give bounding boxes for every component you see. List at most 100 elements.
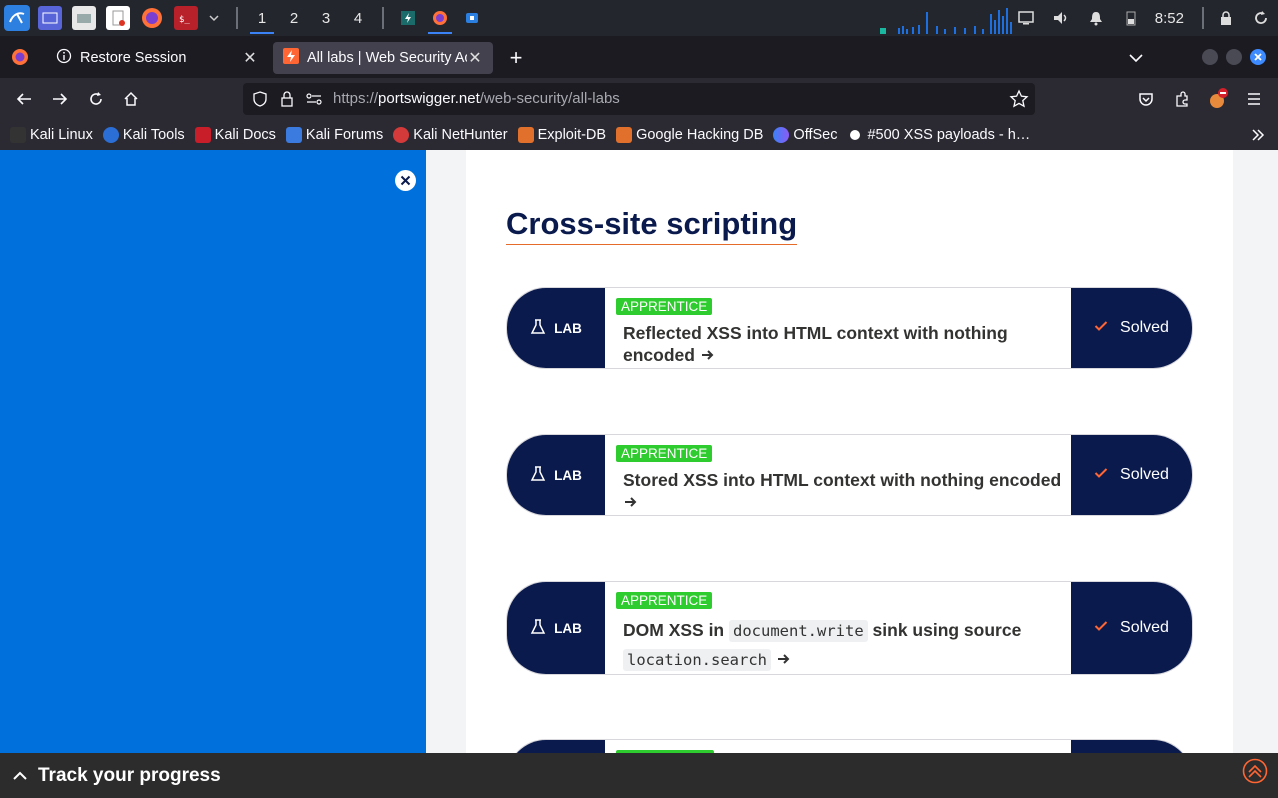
terminal-icon[interactable]: $_ [174,6,198,30]
bookmark-kali-nethunter[interactable]: Kali NetHunter [393,127,508,143]
workspace-1[interactable]: 1 [246,0,278,36]
firefox-launcher-icon[interactable] [140,6,164,30]
lab-tag: LAB [507,435,605,515]
new-tab-button[interactable]: + [504,42,528,74]
portswigger-favicon-icon [283,48,299,68]
lab-status: Solved [1071,288,1192,368]
tab-title: All labs | Web Security Academy [307,50,467,66]
lab-card[interactable] [506,739,1193,753]
exploit-db-icon [517,127,534,143]
lab-card[interactable]: LAB APPRENTICE DOM XSS in document.write… [506,581,1193,675]
code-snippet: document.write [729,620,868,642]
volume-icon[interactable] [1044,0,1079,36]
reload-button[interactable] [84,87,108,111]
tab-title: Restore Session [80,50,187,66]
bookmark-kali-docs[interactable]: Kali Docs [194,127,276,143]
level-badge: APPRENTICE [616,298,713,315]
cpu-graph-icon [880,8,1012,34]
lab-title-link[interactable]: Stored XSS into HTML context with nothin… [623,469,1068,513]
level-badge: APPRENTICE [616,592,713,609]
home-button[interactable] [119,87,143,111]
close-sidebar-button[interactable] [395,170,416,191]
extensions-icon[interactable] [1170,87,1194,111]
separator [1202,7,1204,29]
pocket-icon[interactable] [1134,87,1158,111]
lock-icon[interactable] [279,90,295,112]
monitor-icon[interactable] [1009,0,1044,36]
permissions-icon[interactable] [305,91,323,111]
lab-tag: LAB [507,288,605,368]
tracking-shield-icon[interactable] [251,90,269,112]
info-icon [56,48,72,68]
minimize-button[interactable] [1202,49,1218,65]
separator [236,7,238,29]
close-tab-icon[interactable]: ✕ [467,48,483,68]
checkmark-icon [1094,319,1108,337]
power-refresh-icon[interactable] [1243,0,1278,36]
kali-docs-icon [194,127,211,143]
bookmark-kali-linux[interactable]: Kali Linux [10,127,93,143]
lab-title-link[interactable]: Reflected XSS into HTML context with not… [623,322,1068,366]
url-text[interactable]: https://portswigger.net/web-security/all… [333,90,620,107]
track-progress-label[interactable]: Track your progress [38,765,221,787]
browser-tab-bar: Restore Session ✕ All labs | Web Securit… [0,36,1278,78]
bookmark-kali-forums[interactable]: Kali Forums [285,127,383,143]
bookmark-offsec[interactable]: OffSec [773,127,837,143]
close-icon [400,175,411,186]
chevron-up-icon[interactable] [12,768,28,784]
bookmark-star-icon[interactable] [1009,89,1029,113]
chevron-down-icon[interactable] [208,11,222,25]
bookmark-kali-tools[interactable]: Kali Tools [102,127,185,143]
battery-icon[interactable] [1114,0,1149,36]
flask-icon [530,618,546,639]
close-window-button[interactable] [1250,49,1266,65]
lab-tag: LAB [507,582,605,674]
back-button[interactable] [12,87,36,111]
web-page: Cross-site scripting LAB APPRENTICE Refl… [0,150,1278,753]
text-editor-icon[interactable] [106,6,130,30]
lab-tag [507,740,605,753]
close-tab-icon[interactable]: ✕ [242,48,258,68]
scroll-to-top-icon[interactable] [1242,758,1268,784]
lab-title-link[interactable]: DOM XSS in document.write sink using sou… [623,616,1068,674]
list-all-tabs-icon[interactable] [1124,46,1148,70]
kali-tools-icon [102,127,119,143]
notification-bell-icon[interactable] [1079,0,1114,36]
hamburger-menu-icon[interactable] [1242,87,1266,111]
bookmark-exploit-db[interactable]: Exploit-DB [517,127,606,143]
workspace-4[interactable]: 4 [342,0,374,36]
svg-text:$_: $_ [179,15,190,24]
kali-forums-icon [285,127,302,143]
lab-card[interactable]: LAB APPRENTICE Stored XSS into HTML cont… [506,434,1193,516]
kali-menu-icon[interactable] [4,5,30,31]
workspace-3[interactable]: 3 [310,0,342,36]
checkmark-icon [1094,619,1108,637]
forward-button[interactable] [48,87,72,111]
window-firefox-icon[interactable] [424,0,456,36]
firefox-view-icon[interactable] [0,36,40,78]
clock[interactable]: 8:52 [1155,10,1184,27]
foxyproxy-extension-icon[interactable] [1206,87,1230,111]
flask-icon [530,318,546,339]
tab-restore-session[interactable]: Restore Session ✕ [46,42,268,74]
workspace-2[interactable]: 2 [278,0,310,36]
window-app-icon[interactable] [456,0,488,36]
more-bookmarks-icon[interactable] [1248,125,1268,145]
bookmarks-toolbar: Kali Linux Kali Tools Kali Docs Kali For… [0,120,1278,150]
window-burp-icon[interactable] [392,0,424,36]
ghdb-icon [616,127,633,143]
separator [382,7,384,29]
lab-card[interactable]: LAB APPRENTICE Reflected XSS into HTML c… [506,287,1193,369]
track-progress-bar[interactable]: Track your progress [0,753,1278,798]
tab-all-labs[interactable]: All labs | Web Security Academy ✕ [273,42,493,74]
desktop-icon[interactable] [38,6,62,30]
file-manager-icon[interactable] [72,6,96,30]
bookmark-google-hacking-db[interactable]: Google Hacking DB [616,127,763,143]
address-bar[interactable]: https://portswigger.net/web-security/all… [243,83,1035,115]
maximize-button[interactable] [1226,49,1242,65]
arrow-right-icon [776,649,790,669]
lab-status: Solved [1071,582,1192,674]
lock-icon[interactable] [1208,0,1243,36]
offsec-icon [773,127,790,143]
bookmark-xss-payloads[interactable]: #500 XSS payloads - h… [847,127,1030,143]
